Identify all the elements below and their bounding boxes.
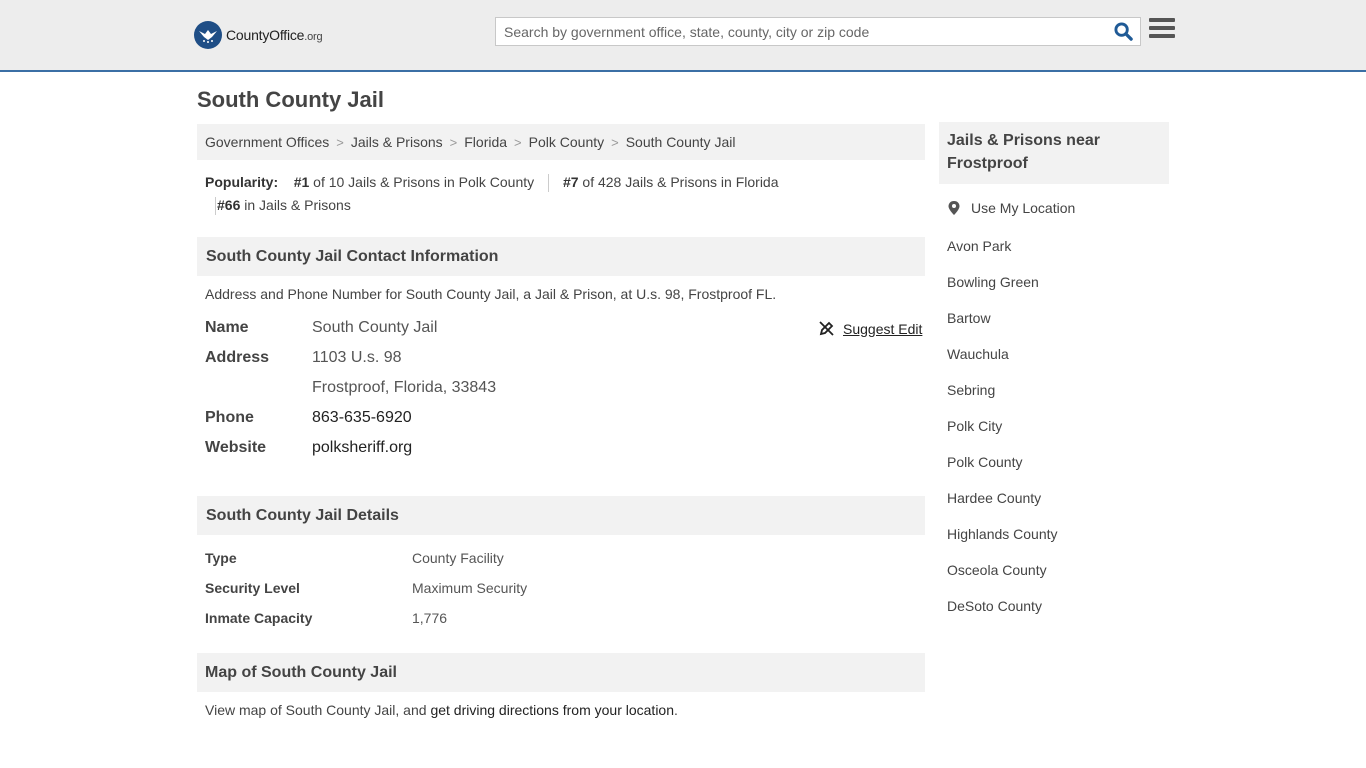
website-link[interactable]: polksheriff.org bbox=[312, 439, 412, 456]
breadcrumb-current: South County Jail bbox=[625, 134, 736, 150]
phone-link[interactable]: 863-635-6920 bbox=[312, 409, 412, 426]
map-section-heading: Map of South County Jail bbox=[197, 653, 925, 692]
detail-label: Security Level bbox=[205, 580, 300, 596]
info-row-website: Website polksheriff.org bbox=[205, 433, 412, 463]
search-button[interactable] bbox=[1106, 18, 1140, 45]
detail-row-security: Security Level Maximum Security bbox=[205, 576, 527, 600]
phone-label: Phone bbox=[205, 409, 254, 426]
chevron-right-icon: > bbox=[336, 134, 344, 150]
location-pin-icon bbox=[948, 201, 960, 215]
nearby-link-hardee-county[interactable]: Hardee County bbox=[947, 490, 1041, 506]
nearby-link-osceola-county[interactable]: Osceola County bbox=[947, 562, 1047, 578]
name-value: South County Jail bbox=[312, 319, 438, 336]
nearby-link-avon-park[interactable]: Avon Park bbox=[947, 238, 1011, 254]
logo-text: CountyOffice.org bbox=[226, 27, 323, 43]
address-label: Address bbox=[205, 349, 270, 366]
popularity-text: of 428 Jails & Prisons in Florida bbox=[582, 174, 779, 190]
contact-section-heading: South County Jail Contact Information bbox=[197, 237, 925, 276]
popularity-label: Popularity: bbox=[205, 174, 279, 190]
suggest-edit-icon bbox=[819, 321, 834, 336]
suggest-edit-button[interactable]: Suggest Edit bbox=[818, 320, 922, 337]
info-row-name: Name South County Jail bbox=[205, 313, 437, 343]
address-line2: Frostproof, Florida, 33843 bbox=[312, 379, 497, 396]
breadcrumb-florida[interactable]: Florida bbox=[464, 134, 507, 150]
name-label: Name bbox=[205, 319, 249, 336]
search-input[interactable] bbox=[496, 18, 1106, 45]
detail-row-capacity: Inmate Capacity 1,776 bbox=[205, 606, 447, 630]
use-my-location-link[interactable]: Use My Location bbox=[971, 200, 1075, 216]
chevron-right-icon: > bbox=[449, 134, 458, 150]
detail-value: 1,776 bbox=[412, 610, 448, 626]
search-bar bbox=[495, 17, 1141, 46]
nearby-link-wauchula[interactable]: Wauchula bbox=[947, 346, 1009, 362]
popularity-rank: #66 bbox=[217, 197, 241, 213]
popularity-text: in Jails & Prisons bbox=[244, 197, 351, 213]
nearby-link-bowling-green[interactable]: Bowling Green bbox=[947, 274, 1039, 290]
popularity-rank: #1 bbox=[293, 174, 310, 190]
suggest-edit-label: Suggest Edit bbox=[843, 320, 923, 337]
info-row-address: Address 1103 U.s. 98 bbox=[205, 343, 402, 373]
divider bbox=[215, 197, 216, 216]
contact-description: Address and Phone Number for South Count… bbox=[205, 286, 777, 302]
chevron-right-icon: > bbox=[611, 134, 619, 150]
site-logo[interactable]: CountyOffice.org bbox=[194, 20, 323, 50]
breadcrumb-government-offices[interactable]: Government Offices bbox=[205, 134, 329, 150]
details-section-heading: South County Jail Details bbox=[197, 496, 925, 535]
website-label: Website bbox=[205, 439, 267, 456]
breadcrumb-polk-county[interactable]: Polk County bbox=[529, 134, 604, 150]
popularity-text: of 10 Jails & Prisons in Polk County bbox=[313, 174, 535, 190]
sidebar-heading: Jails & Prisons near Frostproof bbox=[939, 122, 1169, 184]
popularity-rank: #7 bbox=[562, 174, 579, 190]
use-location: Use My Location bbox=[947, 200, 1075, 216]
info-row-phone: Phone 863-635-6920 bbox=[205, 403, 412, 433]
hamburger-menu-icon[interactable] bbox=[1149, 18, 1175, 42]
nearby-link-bartow[interactable]: Bartow bbox=[947, 310, 991, 326]
detail-label: Inmate Capacity bbox=[205, 610, 313, 626]
detail-value: Maximum Security bbox=[412, 580, 528, 596]
nearby-link-polk-city[interactable]: Polk City bbox=[947, 418, 1002, 434]
detail-label: Type bbox=[205, 550, 237, 566]
map-description: View map of South County Jail, and get d… bbox=[205, 702, 678, 718]
divider bbox=[548, 174, 550, 193]
search-icon bbox=[1113, 22, 1133, 41]
page-title: South County Jail bbox=[197, 87, 384, 112]
nearby-link-sebring[interactable]: Sebring bbox=[947, 382, 995, 398]
popularity: Popularity: #1 of 10 Jails & Prisons in … bbox=[205, 171, 905, 217]
nearby-link-highlands-county[interactable]: Highlands County bbox=[947, 526, 1058, 542]
chevron-right-icon: > bbox=[514, 134, 522, 150]
nearby-link-desoto-county[interactable]: DeSoto County bbox=[947, 598, 1042, 614]
logo-eagle-icon bbox=[194, 21, 222, 49]
detail-row-type: Type County Facility bbox=[205, 546, 504, 570]
breadcrumb: Government Offices > Jails & Prisons > F… bbox=[197, 124, 925, 160]
detail-value: County Facility bbox=[412, 550, 504, 566]
nearby-link-polk-county[interactable]: Polk County bbox=[947, 454, 1022, 470]
info-row-address-2: Frostproof, Florida, 33843 bbox=[205, 373, 496, 403]
driving-directions-link[interactable]: get driving directions from your locatio… bbox=[430, 702, 674, 718]
breadcrumb-jails-prisons[interactable]: Jails & Prisons bbox=[351, 134, 443, 150]
address-line1: 1103 U.s. 98 bbox=[312, 349, 402, 366]
top-bar: CountyOffice.org bbox=[0, 0, 1366, 72]
